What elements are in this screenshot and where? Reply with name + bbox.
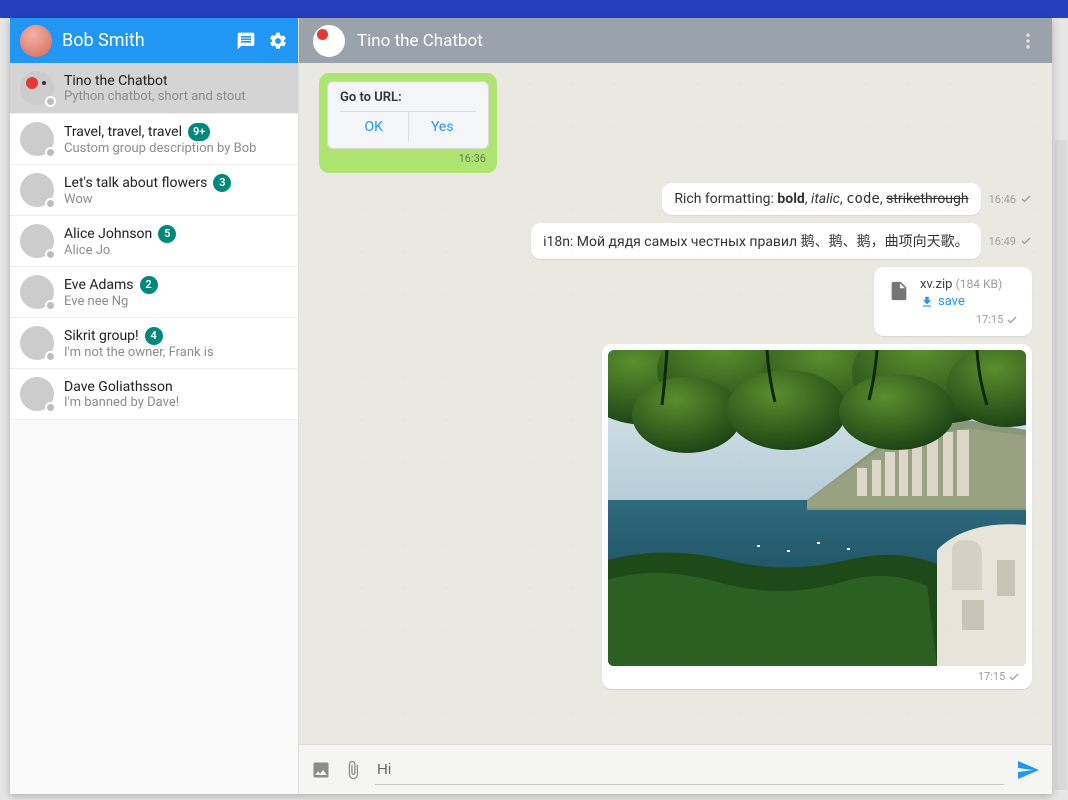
chat-list-item[interactable]: Eve Adams 2 Eve nee Ng (10, 267, 298, 318)
card-yes-button[interactable]: Yes (409, 112, 477, 142)
chat-item-subtitle: Custom group description by Bob (64, 141, 288, 156)
check-icon (1020, 235, 1032, 247)
message-image[interactable]: 17:15 (602, 344, 1032, 689)
unread-badge: 3 (213, 174, 231, 192)
chat-list-item[interactable]: Let's talk about flowers 3 Wow (10, 165, 298, 216)
chat-item-subtitle: Wow (64, 192, 288, 207)
chat-item-avatar (20, 377, 54, 411)
chat-header: Tino the Chatbot (299, 18, 1052, 63)
download-icon (920, 295, 934, 309)
unread-badge: 5 (158, 225, 176, 243)
chat-item-name: Alice Johnson (64, 226, 152, 242)
chat-item-avatar (20, 122, 54, 156)
check-icon (1006, 314, 1018, 326)
sidebar-header: Bob Smith (10, 18, 298, 63)
chat-item-avatar (20, 71, 54, 105)
chat-item-avatar (20, 326, 54, 360)
message-i18n: i18n: Мой дядя самых честных правил 鹅、鹅、… (531, 223, 981, 259)
message-formatting: Rich formatting: bold, italic, code, str… (662, 183, 980, 215)
chat-list-item[interactable]: Sikrit group! 4 I'm not the owner, Frank… (10, 318, 298, 369)
chat-item-name: Tino the Chatbot (64, 73, 168, 89)
messages-area[interactable]: Go to URL: OK Yes 16:36 Rich formatting:… (299, 63, 1052, 744)
message-meta: 16:46 (989, 193, 1032, 206)
chat-avatar[interactable] (313, 25, 345, 57)
card-title: Go to URL: (340, 90, 476, 105)
chat-list-item[interactable]: Alice Johnson 5 Alice Jo (10, 216, 298, 267)
browser-topbar (0, 0, 1068, 18)
chat-item-subtitle: Python chatbot, short and stout (64, 89, 288, 104)
file-save-link[interactable]: save (920, 294, 1002, 309)
new-chat-icon[interactable] (236, 31, 256, 51)
unread-badge: 4 (145, 327, 163, 345)
chat-item-avatar (20, 224, 54, 258)
document-icon (888, 277, 910, 305)
photo-content (608, 350, 1026, 666)
chat-item-name: Travel, travel, travel (64, 124, 182, 140)
message-meta: 16:49 (989, 235, 1032, 248)
message-meta: 17:15 (608, 666, 1026, 683)
page-scrollbar[interactable] (1055, 140, 1067, 790)
chat-list-item[interactable]: Tino the Chatbot Python chatbot, short a… (10, 63, 298, 114)
chat-item-subtitle: I'm banned by Dave! (64, 395, 288, 410)
check-icon (1020, 193, 1032, 205)
message-meta: 17:15 (888, 313, 1018, 326)
chat-item-subtitle: I'm not the owner, Frank is (64, 345, 288, 360)
chat-list: Tino the Chatbot Python chatbot, short a… (10, 63, 298, 794)
composer (299, 744, 1052, 794)
file-size: (184 KB) (956, 277, 1003, 291)
chat-item-subtitle: Eve nee Ng (64, 294, 288, 309)
user-avatar[interactable] (20, 25, 52, 57)
unread-badge: 2 (140, 276, 158, 294)
chat-item-subtitle: Alice Jo (64, 243, 288, 258)
message-file: xv.zip (184 KB) save 17:15 (874, 267, 1032, 336)
send-button[interactable] (1016, 758, 1040, 782)
unread-badge: 9+ (188, 123, 210, 141)
user-name: Bob Smith (62, 30, 236, 51)
bot-card-message: Go to URL: OK Yes 16:36 (319, 73, 497, 173)
sidebar: Bob Smith Tino the Chatbot Python chatbo… (10, 18, 299, 794)
chat-item-name: Eve Adams (64, 277, 134, 293)
chat-item-name: Dave Goliathsson (64, 379, 173, 395)
chat-item-avatar (20, 173, 54, 207)
chat-title: Tino the Chatbot (357, 31, 1018, 51)
attach-icon[interactable] (343, 760, 363, 780)
file-name: xv.zip (920, 277, 952, 292)
message-input[interactable] (375, 755, 1004, 785)
chat-item-avatar (20, 275, 54, 309)
card-ok-button[interactable]: OK (340, 112, 409, 142)
chat-list-item[interactable]: Dave Goliathsson I'm banned by Dave! (10, 369, 298, 420)
chat-item-name: Sikrit group! (64, 328, 139, 344)
more-icon[interactable] (1018, 31, 1038, 51)
message-time: 16:36 (327, 152, 489, 165)
main-panel: Tino the Chatbot Go to URL: OK Yes 16:36 (299, 18, 1052, 794)
app-window: Bob Smith Tino the Chatbot Python chatbo… (10, 18, 1052, 794)
chat-item-name: Let's talk about flowers (64, 175, 207, 191)
check-icon (1008, 671, 1020, 683)
image-icon[interactable] (311, 760, 331, 780)
gear-icon[interactable] (268, 31, 288, 51)
chat-list-item[interactable]: Travel, travel, travel 9+ Custom group d… (10, 114, 298, 165)
